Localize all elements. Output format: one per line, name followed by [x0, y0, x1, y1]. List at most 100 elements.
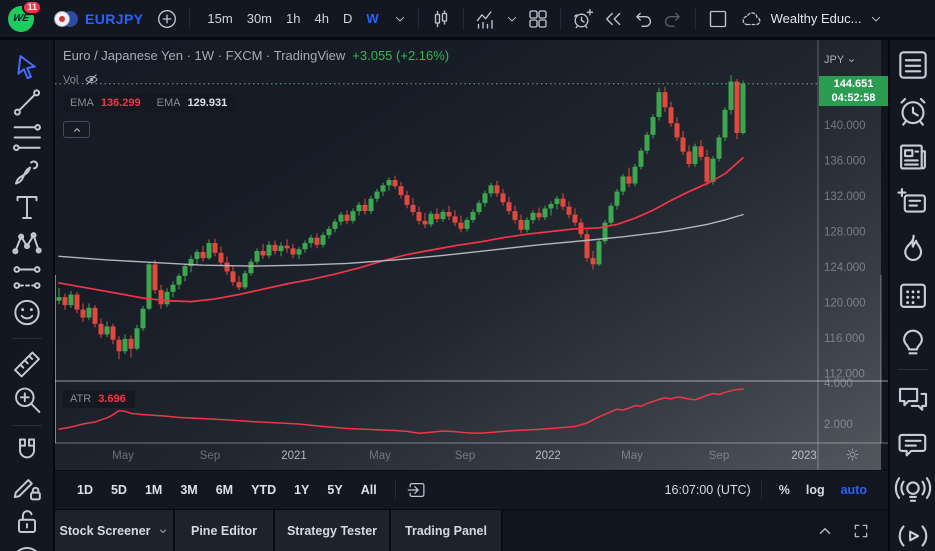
price-change: +3.055 (+2.16%) — [352, 48, 449, 63]
collapse-indicators-button[interactable] — [63, 121, 90, 138]
tradingview-app: WE 11 EURJPY 15m30m1h4hDW Wealthy Educ..… — [0, 0, 935, 551]
svg-text:May: May — [369, 450, 391, 462]
account-name: Wealthy Educ... — [771, 11, 862, 26]
atr-legend[interactable]: ATR 3.696 — [63, 389, 135, 408]
interval-button-30m[interactable]: 30m — [240, 7, 279, 30]
tab-pine-editor[interactable]: Pine Editor — [175, 510, 275, 551]
bar-countdown: 04:52:58 — [831, 91, 875, 105]
time-axis-settings-gear-icon[interactable] — [844, 446, 861, 463]
volume-label: Vol — [63, 74, 78, 86]
interval-button-15m[interactable]: 15m — [200, 7, 239, 30]
panel-chevron-up-icon[interactable] — [816, 522, 834, 540]
session-clock[interactable]: 16:07:00 (UTC) — [665, 483, 751, 497]
layout-grid-icon[interactable] — [526, 7, 550, 31]
cloud-icon — [740, 7, 764, 31]
indicators-icon[interactable] — [474, 7, 498, 31]
tab-strategy-tester[interactable]: Strategy Tester — [275, 510, 391, 551]
svg-text:Sep: Sep — [709, 450, 729, 462]
svg-text:2023: 2023 — [791, 450, 817, 462]
account-chevron-down-icon — [868, 11, 884, 27]
svg-text:128.000: 128.000 — [824, 227, 866, 239]
range-button-5D[interactable]: 5D — [103, 479, 135, 501]
redo-icon[interactable] — [661, 7, 685, 31]
watchlist-panel-button[interactable] — [894, 42, 932, 88]
emoji-tool[interactable] — [9, 295, 45, 330]
svg-text:2022: 2022 — [535, 450, 561, 462]
news-panel-button[interactable] — [894, 134, 932, 180]
account-menu[interactable]: Wealthy Educ... — [736, 3, 889, 35]
user-avatar[interactable]: WE 11 — [8, 6, 34, 32]
drawing-toolbar — [0, 40, 55, 551]
logo-monogram: WE — [12, 13, 30, 24]
goto-date-icon[interactable] — [406, 479, 428, 501]
zoom-in-tool[interactable] — [9, 382, 45, 417]
ideas-panel-button[interactable] — [894, 318, 932, 364]
magnet-tool[interactable] — [9, 434, 45, 469]
notes-panel-button[interactable] — [894, 180, 932, 226]
svg-text:Sep: Sep — [455, 450, 475, 462]
panel-expand-icon[interactable] — [852, 522, 870, 540]
ema-value: 136.299 — [101, 97, 141, 109]
chart-style-candles-icon[interactable] — [429, 7, 453, 31]
svg-text:4.000: 4.000 — [824, 378, 853, 390]
compare-add-icon[interactable] — [155, 7, 179, 31]
create-alert-icon[interactable] — [571, 7, 595, 31]
chart-legend: Euro / Japanese Yen · 1W · FXCM · Tradin… — [63, 48, 449, 138]
tab-trading-panel[interactable]: Trading Panel — [391, 510, 503, 551]
interval-button-W[interactable]: W — [359, 7, 385, 30]
alerts-panel-button[interactable] — [894, 88, 932, 134]
indicators-chevron-down-icon[interactable] — [504, 11, 520, 27]
interval-button-4h[interactable]: 4h — [307, 7, 335, 30]
notification-badge: 11 — [22, 0, 42, 15]
fib-retracement-tool[interactable] — [9, 120, 45, 155]
drawing-lock-tool[interactable] — [9, 469, 45, 504]
range-button-3M[interactable]: 3M — [172, 479, 205, 501]
forecast-tool[interactable] — [9, 260, 45, 295]
range-button-5Y[interactable]: 5Y — [319, 479, 350, 501]
range-button-All[interactable]: All — [353, 479, 385, 501]
undo-icon[interactable] — [631, 7, 655, 31]
hotlists-panel-button[interactable] — [894, 226, 932, 272]
brush-tool[interactable] — [9, 155, 45, 190]
private-chats-panel-button[interactable] — [894, 421, 932, 467]
symbol-description[interactable]: Euro / Japanese Yen · 1W · FXCM · Tradin… — [63, 48, 449, 63]
bar-replay-icon[interactable] — [601, 7, 625, 31]
trend-line-tool[interactable] — [9, 85, 45, 120]
interval-button-1h[interactable]: 1h — [279, 7, 307, 30]
chevron-down-icon — [847, 56, 856, 65]
range-button-1M[interactable]: 1M — [137, 479, 170, 501]
text-tool[interactable] — [9, 190, 45, 225]
log-scale-button[interactable]: log — [799, 479, 832, 501]
toolbar-divider — [12, 338, 42, 339]
svg-text:2.000: 2.000 — [824, 419, 853, 431]
price-axis-currency[interactable]: JPY — [824, 54, 856, 66]
volume-legend-row[interactable]: Vol — [63, 72, 449, 87]
ema-legend-row[interactable]: EMA136.299 — [63, 94, 150, 112]
symbol-search-button[interactable]: EURJPY — [48, 7, 149, 31]
streams-panel-button[interactable] — [894, 467, 932, 513]
tab-stock-screener[interactable]: Stock Screener — [55, 510, 175, 551]
sidebar-divider — [898, 369, 928, 370]
ema-legend-row[interactable]: EMA129.931 — [150, 94, 237, 112]
eye-slash-icon[interactable] — [84, 72, 99, 87]
public-chats-panel-button[interactable] — [894, 375, 932, 421]
range-button-6M[interactable]: 6M — [208, 479, 241, 501]
xabcd-pattern-tool[interactable] — [9, 225, 45, 260]
range-button-1Y[interactable]: 1Y — [286, 479, 317, 501]
range-button-1D[interactable]: 1D — [69, 479, 101, 501]
eye-tool[interactable] — [9, 539, 45, 551]
auto-scale-button[interactable]: auto — [834, 479, 874, 501]
range-button-YTD[interactable]: YTD — [243, 479, 284, 501]
lock-tool[interactable] — [9, 504, 45, 539]
toolbar-divider — [12, 425, 42, 426]
calendar-panel-button[interactable] — [894, 272, 932, 318]
ruler-tool[interactable] — [9, 347, 45, 382]
save-layout-icon[interactable] — [706, 7, 730, 31]
interval-button-D[interactable]: D — [336, 7, 359, 30]
cursor-tool[interactable] — [9, 50, 45, 85]
percent-scale-button[interactable]: % — [772, 479, 797, 501]
chart-area[interactable]: 140.000136.000132.000128.000124.000120.0… — [55, 40, 888, 470]
live-panel-button[interactable] — [894, 513, 932, 551]
symbol-name: EURJPY — [85, 11, 143, 27]
interval-chevron-down-icon[interactable] — [392, 11, 408, 27]
